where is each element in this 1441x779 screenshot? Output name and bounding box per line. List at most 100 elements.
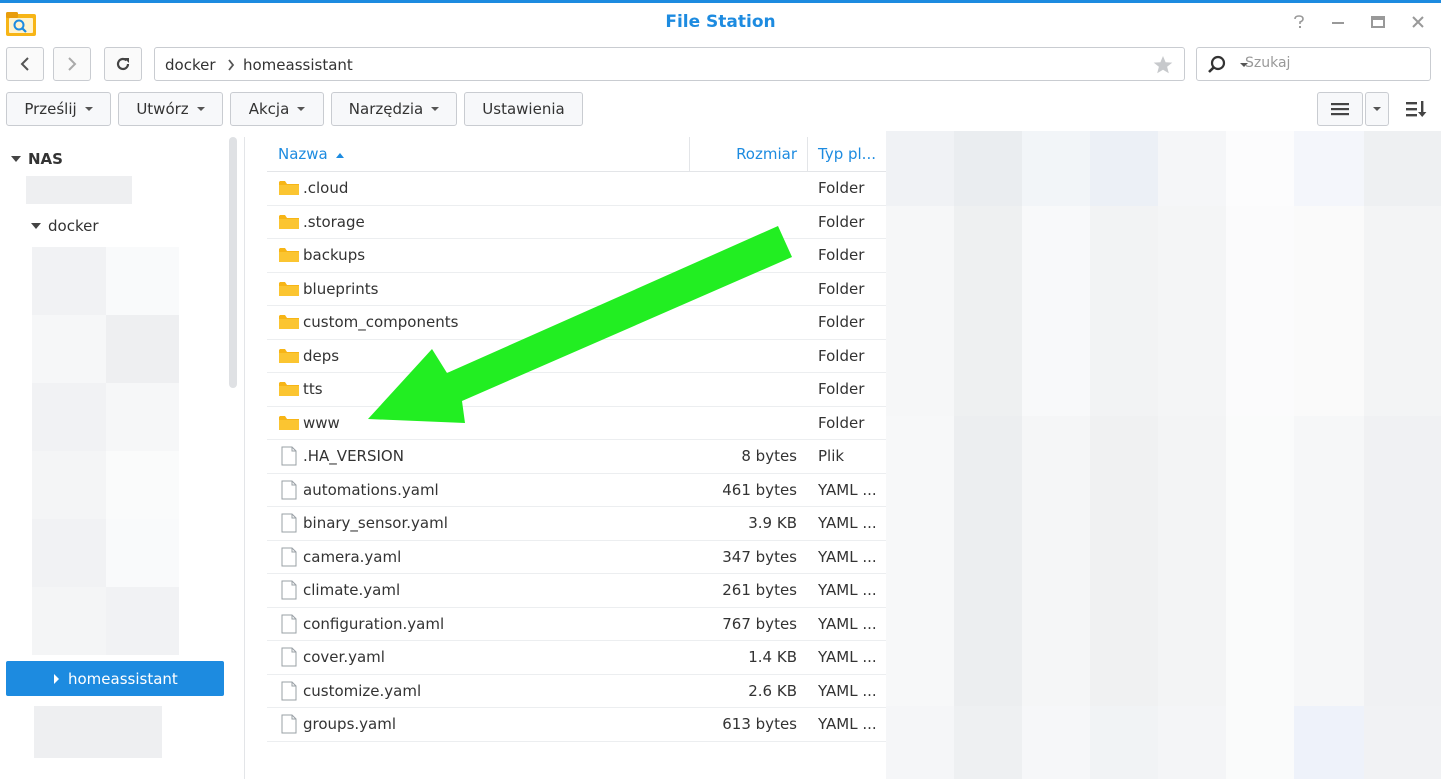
file-size: [690, 373, 797, 406]
column-name[interactable]: Nazwa: [278, 137, 345, 172]
forward-button[interactable]: [53, 47, 91, 81]
list-view-button[interactable]: [1317, 92, 1363, 126]
file-size: [690, 273, 797, 306]
file-name: .storage: [303, 212, 365, 231]
file-name: cover.yaml: [303, 648, 385, 666]
file-type: Folder: [818, 413, 865, 432]
breadcrumb-docker[interactable]: docker: [165, 56, 216, 74]
breadcrumb-homeassistant[interactable]: homeassistant: [243, 56, 353, 74]
file-icon: [281, 681, 297, 700]
file-type: Folder: [818, 212, 865, 231]
sort-asc-icon: [335, 153, 344, 158]
tools-label: Narzędzia: [348, 100, 424, 118]
help-icon[interactable]: [1288, 11, 1310, 33]
upload-button[interactable]: Prześlij: [6, 92, 111, 126]
redacted-item: [32, 247, 106, 315]
redacted-item: [106, 247, 179, 315]
file-size: [690, 306, 797, 339]
minimize-icon[interactable]: [1327, 11, 1349, 33]
settings-button[interactable]: Ustawienia: [464, 92, 583, 126]
file-station-window: File Station docker homeassistant Szukaj…: [0, 0, 1441, 779]
file-list: Nazwa Rozmiar Typ pl... .cloud Folder .sto…: [267, 137, 886, 779]
file-type: YAML ...: [818, 547, 877, 566]
file-name: www: [303, 413, 340, 432]
search-box[interactable]: [1196, 47, 1431, 81]
file-name: customize.yaml: [303, 681, 422, 700]
file-icon: [281, 614, 297, 633]
tree-label-homeassistant: homeassistant: [68, 669, 178, 688]
tree-item-nas[interactable]: NAS: [11, 150, 63, 168]
file-name: tts: [303, 380, 323, 398]
file-row[interactable]: www Folder: [267, 407, 886, 440]
file-name: .cloud: [303, 179, 349, 197]
file-row[interactable]: .cloud Folder: [267, 172, 886, 206]
file-type: Plik: [818, 447, 845, 465]
list-header: Nazwa Rozmiar Typ pl...: [267, 137, 886, 172]
column-size[interactable]: Rozmiar: [690, 137, 797, 172]
file-row[interactable]: configuration.yaml 767 bytes YAML ...: [267, 608, 886, 641]
file-name: automations.yaml: [303, 480, 439, 499]
file-row[interactable]: automations.yaml 461 bytes YAML ...: [267, 474, 886, 507]
file-row[interactable]: cover.yaml 1.4 KB YAML ...: [267, 641, 886, 675]
path-bar[interactable]: docker homeassistant: [154, 47, 1185, 81]
column-name-label: Nazwa: [278, 145, 328, 163]
file-size: 8 bytes: [741, 447, 797, 465]
file-row[interactable]: binary_sensor.yaml 3.9 KB YAML ...: [267, 507, 886, 541]
redacted-item: [106, 587, 179, 655]
file-row[interactable]: groups.yaml 613 bytes YAML ...: [267, 708, 886, 742]
maximize-icon[interactable]: [1367, 11, 1389, 33]
file-type: YAML ...: [818, 514, 877, 532]
sort-button[interactable]: [1397, 92, 1435, 126]
file-row[interactable]: backups Folder: [267, 239, 886, 273]
chevron-right-icon: [68, 57, 77, 71]
folder-icon: [279, 281, 299, 296]
redacted-item: [106, 451, 179, 519]
sidebar-scrollbar[interactable]: [229, 137, 237, 388]
file-icon: [281, 547, 297, 566]
file-size: [690, 407, 797, 440]
refresh-button[interactable]: [104, 47, 142, 81]
file-type: YAML ...: [818, 681, 877, 700]
file-name: groups.yaml: [303, 715, 396, 733]
file-row[interactable]: camera.yaml 347 bytes YAML ...: [267, 541, 886, 574]
close-icon[interactable]: [1407, 11, 1429, 33]
search-input[interactable]: [1245, 55, 1425, 71]
create-label: Utwórz: [136, 100, 189, 118]
redacted-item: [106, 383, 179, 451]
column-type-label: Typ pl...: [818, 145, 876, 163]
file-name: blueprints: [303, 279, 379, 298]
file-type: YAML ...: [818, 648, 877, 666]
file-icon: [281, 446, 297, 466]
star-icon[interactable]: [1152, 54, 1174, 76]
back-button[interactable]: [6, 47, 44, 81]
tree-label-docker: docker: [48, 217, 99, 235]
view-dropdown-button[interactable]: [1365, 92, 1389, 126]
redacted-item: [32, 519, 106, 587]
column-type[interactable]: Typ pl...: [818, 137, 876, 172]
chevron-down-icon: [31, 223, 41, 229]
file-type: Folder: [818, 380, 865, 398]
file-row[interactable]: climate.yaml 261 bytes YAML ...: [267, 574, 886, 608]
file-row[interactable]: customize.yaml 2.6 KB YAML ...: [267, 675, 886, 708]
file-name: deps: [303, 346, 340, 365]
file-row[interactable]: blueprints Folder: [267, 273, 886, 306]
file-row[interactable]: custom_components Folder: [267, 306, 886, 340]
create-button[interactable]: Utwórz: [118, 92, 223, 126]
list-view-icon: [1331, 103, 1349, 116]
tools-button[interactable]: Narzędzia: [331, 92, 457, 126]
tree-label-nas: NAS: [28, 150, 63, 168]
file-row[interactable]: tts Folder: [267, 373, 886, 407]
file-row[interactable]: deps Folder: [267, 340, 886, 373]
file-row[interactable]: .storage Folder: [267, 206, 886, 239]
file-size: 3.9 KB: [748, 514, 797, 532]
file-row[interactable]: .HA_VERSION 8 bytes Plik: [267, 440, 886, 474]
refresh-icon: [116, 57, 130, 71]
file-name: backups: [303, 246, 366, 264]
folder-icon: [279, 415, 299, 430]
file-type: Folder: [818, 279, 865, 298]
file-size: 2.6 KB: [748, 681, 797, 700]
action-button[interactable]: Akcja: [230, 92, 324, 126]
tree-item-homeassistant[interactable]: homeassistant: [6, 661, 224, 696]
file-size: 1.4 KB: [748, 648, 797, 666]
tree-item-docker[interactable]: docker: [31, 217, 99, 235]
